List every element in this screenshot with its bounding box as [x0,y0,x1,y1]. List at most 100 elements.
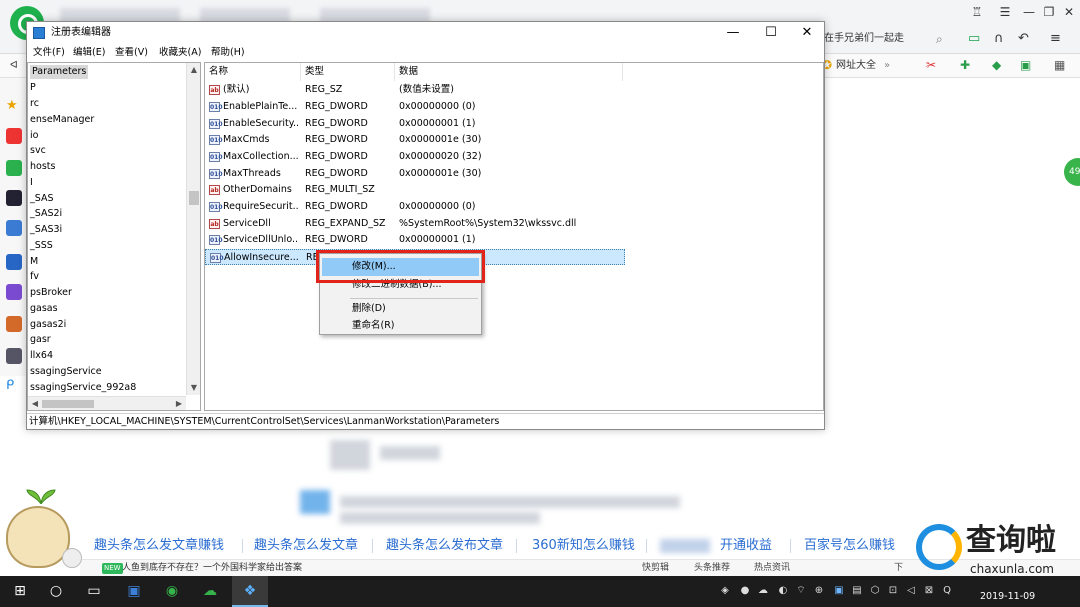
tray-dropbox-icon[interactable]: ◈ [718,584,732,598]
tree-key[interactable]: gasr [30,333,51,347]
table-row[interactable]: 010 MaxCollection... REG_DWORD 0x0000002… [205,149,625,165]
menu-view[interactable]: 查看(V) [115,45,148,61]
tree-horizontal-scrollbar[interactable]: ◀ ▶ [28,396,186,410]
menu-favorites[interactable]: 收藏夹(A) [159,45,201,61]
scroll-up-arrow-icon[interactable]: ▲ [187,63,200,77]
menu-file[interactable]: 文件(F) [33,45,65,61]
menu-edit[interactable]: 编辑(E) [73,45,105,61]
tree-key[interactable]: io [30,129,38,143]
related-link[interactable]: 趣头条怎么发文章赚钱 [94,537,224,555]
scroll-right-arrow-icon[interactable]: ▶ [172,397,186,410]
tree-key[interactable]: P [30,81,36,95]
related-link[interactable]: 开通收益 [720,537,772,555]
minimize-button[interactable]: — [715,22,751,44]
app-icon[interactable] [6,190,22,206]
tree-key[interactable]: hosts [30,160,55,174]
tray-app-icon[interactable]: ▣ [832,584,846,598]
maximize-button[interactable]: ☐ [753,22,789,44]
undo-icon[interactable]: ↶ [1018,30,1029,48]
table-row[interactable]: ab OtherDomains REG_MULTI_SZ [205,182,625,198]
browser-menu-icon[interactable]: ≡ [1050,30,1061,48]
headline-recommend-button[interactable]: 头条推荐 [694,561,730,576]
quick-clip-button[interactable]: 快剪辑 [642,561,669,576]
tree-key[interactable]: _SAS [30,192,54,206]
tray-volume-icon[interactable]: ◁ [904,584,918,598]
browser-close-button[interactable]: ✕ [1058,4,1080,20]
table-row[interactable]: ab (默认) REG_SZ (数值未设置) [205,82,625,98]
tray-network-icon[interactable]: ⊡ [886,584,900,598]
regedit-taskbar-icon[interactable]: ❖ [232,576,268,607]
search-icon[interactable]: ⌕ [936,32,950,46]
table-row[interactable]: 010 MaxThreads REG_DWORD 0x0000001e (30) [205,166,625,182]
tree-key[interactable]: enseManager [30,113,94,127]
headset-icon[interactable]: ∩ [994,30,1004,48]
game-icon[interactable] [6,348,22,364]
menu-item-delete[interactable]: 删除(D) [322,300,479,318]
scroll-down-arrow-icon[interactable]: ▼ [187,381,200,395]
mail-icon[interactable] [6,160,22,176]
favorite-star-icon[interactable]: ★ [6,98,22,114]
side-badge[interactable]: 49 [1064,158,1080,186]
table-row[interactable]: ab ServiceDll REG_EXPAND_SZ %SystemRoot%… [205,216,625,232]
cortana-search-icon[interactable]: ○ [38,576,74,607]
table-row[interactable]: 010 MaxCmds REG_DWORD 0x0000001e (30) [205,132,625,148]
browser-maximize-button[interactable]: ❐ [1038,4,1060,20]
browser-minimize-button[interactable]: — [1018,4,1040,20]
game-icon[interactable] [6,284,22,300]
browser-shirt-icon[interactable]: ♖ [966,4,988,20]
hot-news-button[interactable]: 热点资讯 [754,561,790,576]
tree-key[interactable]: psBroker [30,286,72,300]
tray-wechat-icon[interactable]: ☁ [756,584,770,598]
related-link[interactable]: 趣头条怎么发文章 [254,537,358,555]
shield-icon[interactable]: ◆ [992,58,1006,72]
tree-key[interactable]: fv [30,270,39,284]
bookmark-more[interactable]: » [884,58,890,74]
tree-key[interactable]: gasas [30,302,58,316]
close-button[interactable]: ✕ [789,22,825,44]
tray-app-icon[interactable]: ◐ [776,584,790,598]
browser-menu-icon[interactable]: ☰ [994,4,1016,20]
menu-help[interactable]: 帮助(H) [211,45,245,61]
app-icon[interactable] [6,254,22,270]
table-row[interactable]: 010 EnablePlainTe... REG_DWORD 0x0000000… [205,99,625,115]
tray-app-icon[interactable]: ● [738,584,752,598]
title-bar[interactable]: 注册表编辑器 — ☐ ✕ [27,22,824,44]
app-icon[interactable]: ᑭ [6,378,22,394]
key-tree-pane[interactable]: Parameters P rc enseManager io svc hosts… [27,62,201,411]
column-header-name[interactable]: 名称 [205,63,301,81]
battery-icon[interactable]: ▭ [968,30,980,48]
scissors-icon[interactable]: ✂ [926,58,940,72]
tray-app-icon[interactable]: ⊕ [812,584,826,598]
column-header-data[interactable]: 数据 [395,63,623,81]
menu-item-rename[interactable]: 重命名(R) [322,317,479,335]
voice-icon[interactable] [62,548,82,568]
back-arrow-icon[interactable]: ᐊ [10,58,18,74]
tray-wifi-icon[interactable]: ⌔ [794,584,808,598]
tree-key[interactable]: ssagingService [30,365,102,379]
tray-app-icon[interactable]: ▤ [850,584,864,598]
extension-icon[interactable]: ✚ [960,58,974,72]
grid-icon[interactable]: ▦ [1054,58,1068,72]
tree-key[interactable]: Parameters [30,65,89,79]
table-row[interactable]: 010 RequireSecurit... REG_DWORD 0x000000… [205,199,625,215]
task-view-icon[interactable]: ▭ [76,576,112,607]
news-headline-link[interactable]: 人鱼到底存不存在？一个外国科学家给出答案 [122,561,302,576]
tree-key[interactable]: rc [30,97,39,111]
gamepad-icon[interactable]: ▣ [1020,58,1034,72]
weibo-icon[interactable] [6,128,22,144]
game-icon[interactable] [6,316,22,332]
tray-ime-icon[interactable]: Q [940,584,954,598]
wechat-app-icon[interactable]: ☁ [192,576,228,607]
bookmark-link[interactable]: 网址大全 [836,58,876,74]
tree-vertical-scrollbar[interactable]: ▲ ▼ [186,63,200,395]
tree-key[interactable]: M [30,255,38,269]
table-row[interactable]: 010 ServiceDllUnlo... REG_DWORD 0x000000… [205,232,625,248]
taskbar-date[interactable]: 2019-11-09 [980,590,1035,604]
doc-icon[interactable] [6,220,22,236]
scrollbar-thumb[interactable] [189,191,199,205]
column-header-type[interactable]: 类型 [301,63,395,81]
word-app-icon[interactable]: ▣ [116,576,152,607]
tray-app-icon[interactable]: ⊠ [922,584,936,598]
tree-key[interactable]: _SAS2i [30,207,62,221]
scrollbar-thumb[interactable] [42,400,94,408]
